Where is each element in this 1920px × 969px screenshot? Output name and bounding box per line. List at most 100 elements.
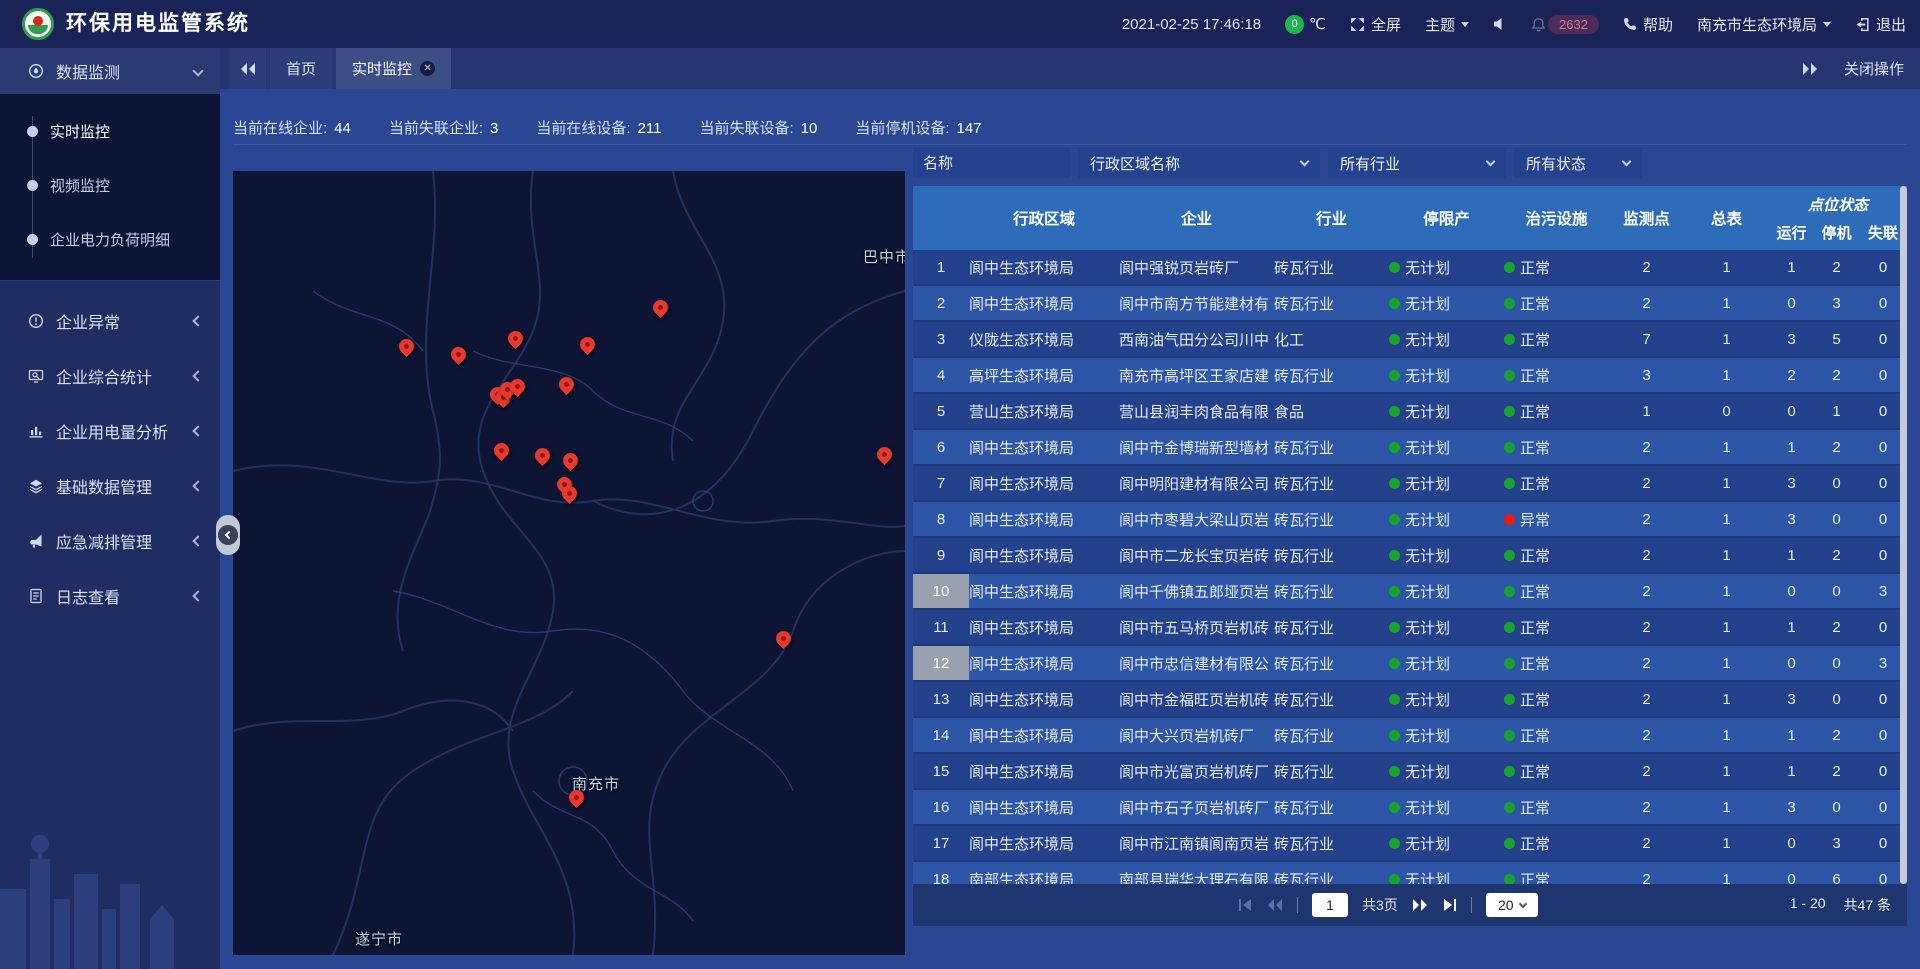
bell-icon [1531,17,1546,32]
cell-region: 阆中生态环境局 [969,610,1119,644]
double-chevron-left-icon [240,63,256,75]
table-row[interactable]: 13 阆中生态环境局 阆中市金福旺页岩机砖 砖瓦行业 无计划 正常 2 1 3 … [913,682,1907,718]
tab-home[interactable]: 首页 [270,48,332,89]
last-page-button[interactable] [1442,899,1457,911]
table-scrollbar[interactable] [1900,186,1907,884]
facility-dot [1504,334,1515,345]
org-dropdown[interactable]: 南充市生态环境局 [1697,14,1831,35]
row-index: 6 [913,430,969,464]
fullscreen-button[interactable]: 全屏 [1350,14,1401,35]
table-row[interactable]: 14 阆中生态环境局 阆中大兴页岩机砖厂 砖瓦行业 无计划 正常 2 1 1 2… [913,718,1907,754]
chevron-down-icon [1300,157,1310,167]
next-page-button[interactable] [1412,899,1428,911]
facility-dot [1504,622,1515,633]
cell-region: 阆中生态环境局 [969,430,1119,464]
name-filter-input[interactable] [913,148,1070,178]
table-row[interactable]: 10 阆中生态环境局 阆中千佛镇五郎垭页岩 砖瓦行业 无计划 正常 2 1 0 … [913,574,1907,610]
close-icon[interactable]: ✕ [420,61,435,76]
table-row[interactable]: 7 阆中生态环境局 阆中明阳建材有限公司 砖瓦行业 无计划 正常 2 1 3 0… [913,466,1907,502]
table-row[interactable]: 5 营山生态环境局 营山县润丰肉食品有限 食品 无计划 正常 1 0 0 1 0 [913,394,1907,430]
sidebar-collapse-button[interactable] [216,515,240,555]
row-index: 12 [913,646,969,680]
sidebar-groups: 企业异常 企业综合统计 企业用电量分析 基础数据管理 [0,280,220,623]
map-city-label: 遂宁市 [355,928,403,949]
sidebar-item-realtime-monitor[interactable]: 实时监控 [0,104,220,158]
cell-stopped: 0 [1814,466,1859,500]
status-filter-select[interactable]: 所有状态 [1514,148,1642,178]
table-header: 行政区域 企业 行业 停限产 治污设施 监测点 总表 点位状态 运行 停机 失联 [913,186,1907,250]
cell-running: 0 [1769,862,1814,884]
cell-limit: 无计划 [1389,394,1504,428]
tab-realtime-monitor[interactable]: 实时监控 ✕ [336,48,451,89]
facility-dot [1504,658,1515,669]
table-row[interactable]: 15 阆中生态环境局 阆中市光富页岩机砖厂 砖瓦行业 无计划 正常 2 1 1 … [913,754,1907,790]
sidebar-group-emergency-reduction[interactable]: 应急减排管理 [0,513,220,568]
first-page-button[interactable] [1238,899,1253,911]
sidebar-group-power-analysis[interactable]: 企业用电量分析 [0,403,220,458]
sidebar-group-label: 日志查看 [56,584,120,608]
cell-company: 阆中市枣碧大梁山页岩 [1119,502,1274,536]
notifications-button[interactable]: 2632 [1531,15,1599,34]
column-group-title: 点位状态 [1769,194,1907,215]
limit-text: 无计划 [1405,401,1450,422]
mute-button[interactable] [1493,17,1507,31]
page-size-select[interactable]: 20 [1486,893,1538,917]
sidebar-group-data-monitoring[interactable]: 数据监测 [0,48,220,94]
table-row[interactable]: 16 阆中生态环境局 阆中市石子页岩机砖厂 砖瓦行业 无计划 正常 2 1 3 … [913,790,1907,826]
prev-page-button[interactable] [1267,899,1283,911]
logout-button[interactable]: 退出 [1855,14,1906,35]
tabs-scroll-left-button[interactable] [230,48,266,89]
sidebar-group-base-data[interactable]: 基础数据管理 [0,458,220,513]
range-label: 1 - 20 [1790,895,1826,915]
cell-facility: 正常 [1504,718,1609,752]
cell-industry: 化工 [1274,322,1389,356]
cell-meters: 1 [1684,862,1769,884]
table-row[interactable]: 17 阆中生态环境局 阆中市江南镇阆南页岩 砖瓦行业 无计划 正常 2 1 0 … [913,826,1907,862]
table-row[interactable]: 4 高坪生态环境局 南充市高坪区王家店建 砖瓦行业 无计划 正常 3 1 2 2… [913,358,1907,394]
sidebar-item-video-monitor[interactable]: 视频监控 [0,158,220,212]
cell-stopped: 3 [1814,286,1859,320]
chevron-down-icon [1823,22,1831,27]
table-row[interactable]: 2 阆中生态环境局 阆中市南方节能建材有 砖瓦行业 无计划 正常 2 1 0 3… [913,286,1907,322]
region-filter-select[interactable]: 行政区域名称 [1078,148,1320,178]
table-row[interactable]: 12 阆中生态环境局 阆中市忠信建材有限公 砖瓦行业 无计划 正常 2 1 0 … [913,646,1907,682]
industry-filter-select[interactable]: 所有行业 [1328,148,1506,178]
row-index: 2 [913,286,969,320]
table-row[interactable]: 1 阆中生态环境局 阆中强锐页岩砖厂 砖瓦行业 无计划 正常 2 1 1 2 0 [913,250,1907,286]
close-operations-button[interactable]: 关闭操作 [1844,58,1904,79]
sidebar-group-label: 基础数据管理 [56,474,152,498]
sidebar-group-enterprise-anomaly[interactable]: 企业异常 [0,293,220,348]
cell-facility: 正常 [1504,682,1609,716]
column-header-limit: 停限产 [1389,186,1504,250]
chevron-left-icon [192,370,203,381]
table-row[interactable]: 11 阆中生态环境局 阆中市五马桥页岩机砖 砖瓦行业 无计划 正常 2 1 1 … [913,610,1907,646]
cell-points: 2 [1609,610,1684,644]
sidebar-item-power-load-detail[interactable]: 企业电力负荷明细 [0,212,220,266]
table-row[interactable]: 18 南部生态环境局 南部县瑞华大理石有限 砖瓦行业 无计划 正常 2 1 0 … [913,862,1907,884]
sidebar-group-logs[interactable]: 日志查看 [0,568,220,623]
cell-running: 2 [1769,358,1814,392]
map-panel[interactable]: 巴中市南充市遂宁市 [233,171,905,955]
cell-company: 阆中市忠信建材有限公 [1119,646,1274,680]
table-row[interactable]: 8 阆中生态环境局 阆中市枣碧大梁山页岩 砖瓦行业 无计划 异常 2 1 3 0… [913,502,1907,538]
cell-meters: 1 [1684,682,1769,716]
table-row[interactable]: 3 仪陇生态环境局 西南油气田分公司川中 化工 无计划 正常 7 1 3 5 0 [913,322,1907,358]
double-chevron-right-icon[interactable] [1802,63,1818,75]
theme-dropdown[interactable]: 主题 [1425,14,1469,35]
facility-text: 正常 [1520,293,1550,314]
table-row[interactable]: 9 阆中生态环境局 阆中市二龙长宝页岩砖 砖瓦行业 无计划 正常 2 1 1 2… [913,538,1907,574]
cell-region: 阆中生态环境局 [969,250,1119,284]
cell-meters: 1 [1684,430,1769,464]
cell-industry: 砖瓦行业 [1274,574,1389,608]
table-row[interactable]: 6 阆中生态环境局 阆中市金博瑞新型墙材 砖瓦行业 无计划 正常 2 1 1 2… [913,430,1907,466]
cell-region: 阆中生态环境局 [969,502,1119,536]
sidebar-group-enterprise-statistics[interactable]: 企业综合统计 [0,348,220,403]
temperature: 0 ℃ [1285,15,1326,34]
cell-points: 1 [1609,394,1684,428]
row-index: 4 [913,358,969,392]
cell-industry: 砖瓦行业 [1274,862,1389,884]
pagination-bar: 共3页 20 1 - 20 共47 条 [913,884,1907,926]
page-number-input[interactable] [1312,893,1348,917]
cell-limit: 无计划 [1389,574,1504,608]
help-button[interactable]: 帮助 [1623,14,1673,35]
